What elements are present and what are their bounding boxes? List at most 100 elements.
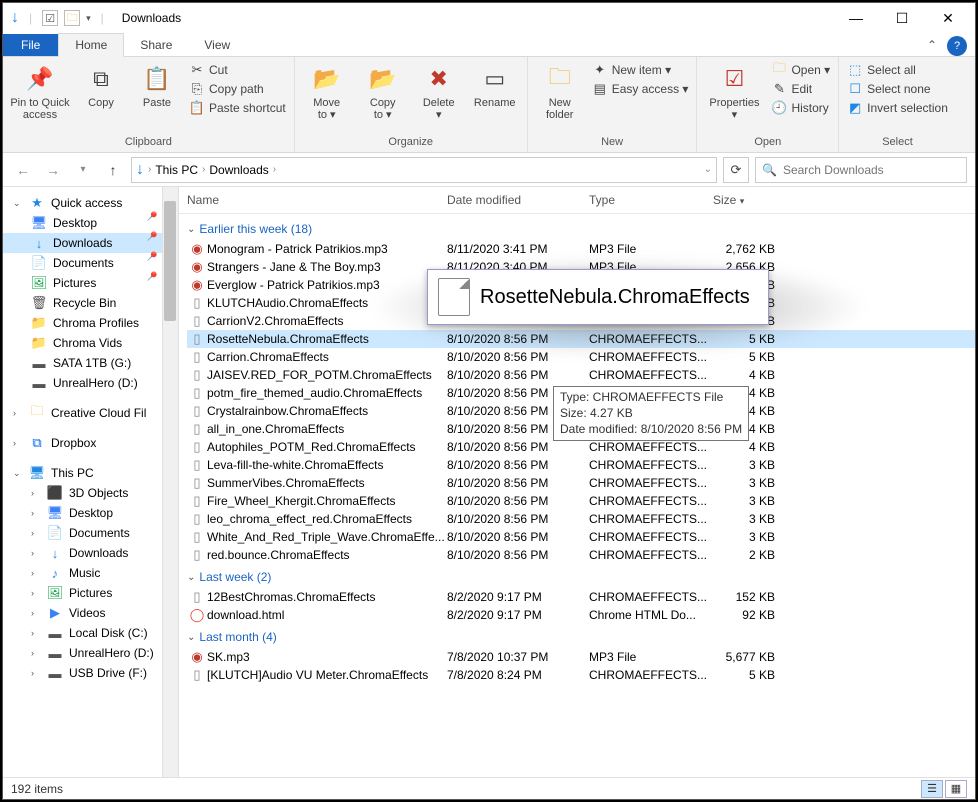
pin-to-quick-access-button[interactable]: 📌Pin to Quick access	[9, 59, 71, 121]
chevron-right-icon[interactable]: ›	[31, 648, 41, 658]
edit-button[interactable]: ✎Edit	[769, 80, 832, 98]
chevron-right-icon[interactable]: ›	[31, 588, 41, 598]
tab-view[interactable]: View	[188, 34, 246, 56]
file-row[interactable]: ▯red.bounce.ChromaEffects8/10/2020 8:56 …	[187, 546, 975, 564]
maximize-button[interactable]: ☐	[879, 3, 925, 33]
chevron-right-icon[interactable]: ›	[31, 548, 41, 558]
new-folder-button[interactable]: 🗀New folder	[534, 59, 586, 121]
search-box[interactable]: 🔍	[755, 157, 967, 183]
chevron-down-icon[interactable]: ⌄	[13, 468, 23, 479]
sidebar-item[interactable]: 🗑Recycle Bin	[3, 293, 178, 313]
copy-button[interactable]: ⧉Copy	[75, 59, 127, 109]
cut-button[interactable]: ✂Cut	[187, 61, 288, 79]
file-row[interactable]: ▯KLUTCHAudio.ChromaEffects8/10/2020 9:02…	[187, 294, 975, 312]
chevron-right-icon[interactable]: ›	[31, 528, 41, 538]
search-input[interactable]	[783, 163, 960, 177]
nav-this-pc[interactable]: ⌄🖥This PC	[3, 463, 178, 483]
sidebar-item[interactable]: ›⬛3D Objects	[3, 483, 178, 503]
invert-selection-button[interactable]: ◩Invert selection	[845, 99, 950, 117]
group-header[interactable]: ⌄Earlier this week (18)	[187, 216, 975, 240]
nav-dropbox[interactable]: ›⧉Dropbox	[3, 433, 178, 453]
file-row[interactable]: ◉Strangers - Jane & The Boy.mp38/11/2020…	[187, 258, 975, 276]
chevron-down-icon[interactable]: ⌄	[187, 224, 195, 235]
up-button[interactable]: ↑	[101, 158, 125, 182]
file-row[interactable]: ▯potm_fire_themed_audio.ChromaEffects8/1…	[187, 384, 975, 402]
col-size[interactable]: Size ▾	[713, 193, 783, 207]
copy-to-button[interactable]: 📂Copy to ▾	[357, 59, 409, 121]
sidebar-item[interactable]: ›▬USB Drive (F:)	[3, 663, 178, 683]
sidebar-item[interactable]: ›📄Documents	[3, 523, 178, 543]
move-to-button[interactable]: 📂Move to ▾	[301, 59, 353, 121]
file-row[interactable]: ▯Fire_Wheel_Khergit.ChromaEffects8/10/20…	[187, 492, 975, 510]
scrollbar-thumb[interactable]	[164, 201, 176, 321]
paste-shortcut-button[interactable]: 📋Paste shortcut	[187, 99, 288, 117]
nav-creative-cloud[interactable]: ›🗀Creative Cloud Fil	[3, 403, 178, 423]
chevron-right-icon[interactable]: ›	[31, 508, 41, 518]
chevron-right-icon[interactable]: ›	[13, 438, 23, 448]
column-headers[interactable]: Name Date modified Type Size ▾	[179, 187, 975, 214]
rename-button[interactable]: ▭Rename	[469, 59, 521, 109]
file-row[interactable]: ▯JAISEV.RED_FOR_POTM.ChromaEffects8/10/2…	[187, 366, 975, 384]
select-none-button[interactable]: ☐Select none	[845, 80, 950, 98]
address-dropdown-icon[interactable]: ⌄	[704, 164, 712, 175]
tab-file[interactable]: File	[3, 34, 58, 56]
select-all-button[interactable]: ⬚Select all	[845, 61, 950, 79]
open-button[interactable]: 🗀Open ▾	[769, 61, 832, 79]
chevron-down-icon[interactable]: ⌄	[187, 572, 195, 583]
file-row[interactable]: ▯Leva-fill-the-white.ChromaEffects8/10/2…	[187, 456, 975, 474]
group-header[interactable]: ⌄Last month (4)	[187, 624, 975, 648]
sidebar-item[interactable]: ›▬Local Disk (C:)	[3, 623, 178, 643]
col-date[interactable]: Date modified	[447, 193, 589, 207]
file-row[interactable]: ▯[KLUTCH]Audio VU Meter.ChromaEffects7/8…	[187, 666, 975, 684]
qat-properties-icon[interactable]: ☑	[42, 10, 58, 26]
col-name[interactable]: Name	[187, 193, 447, 207]
sidebar-item[interactable]: ›▶Videos	[3, 603, 178, 623]
minimize-button[interactable]: —	[833, 3, 879, 33]
file-row[interactable]: ▯White_And_Red_Triple_Wave.ChromaEffe...…	[187, 528, 975, 546]
recent-locations-button[interactable]: ▾	[71, 158, 95, 182]
file-row[interactable]: ◉SK.mp37/8/2020 10:37 PMMP3 File5,677 KB	[187, 648, 975, 666]
chevron-right-icon[interactable]: ›	[31, 568, 41, 578]
file-row[interactable]: ▯Autophiles_POTM_Red.ChromaEffects8/10/2…	[187, 438, 975, 456]
sidebar-item[interactable]: ›♪Music	[3, 563, 178, 583]
details-view-button[interactable]: ☰	[921, 780, 943, 798]
chevron-right-icon[interactable]: ›	[31, 488, 41, 498]
file-row[interactable]: ◯download.html8/2/2020 9:17 PMChrome HTM…	[187, 606, 975, 624]
qat-dropdown-icon[interactable]: ▾	[86, 13, 91, 24]
qat-newfolder-icon[interactable]: 🗀	[64, 10, 80, 26]
copy-path-button[interactable]: ⎘Copy path	[187, 80, 288, 98]
group-header[interactable]: ⌄Last week (2)	[187, 564, 975, 588]
chevron-right-icon[interactable]: ›	[31, 668, 41, 678]
breadcrumb[interactable]: ↓ › This PC › Downloads › ⌄	[131, 157, 717, 183]
refresh-button[interactable]: ⟳	[723, 157, 749, 183]
chevron-right-icon[interactable]: ›	[202, 164, 205, 175]
col-type[interactable]: Type	[589, 193, 713, 207]
back-button[interactable]: ←	[11, 158, 35, 182]
sidebar-item[interactable]: ▬SATA 1TB (G:)	[3, 353, 178, 373]
chevron-down-icon[interactable]: ⌄	[13, 198, 23, 209]
thumbnails-view-button[interactable]: ▦	[945, 780, 967, 798]
close-button[interactable]: ✕	[925, 3, 971, 33]
file-row[interactable]: ▯SummerVibes.ChromaEffects8/10/2020 8:56…	[187, 474, 975, 492]
file-row[interactable]: ◉Monogram - Patrick Patrikios.mp38/11/20…	[187, 240, 975, 258]
chevron-right-icon[interactable]: ›	[31, 608, 41, 618]
sidebar-item[interactable]: ▬UnrealHero (D:)	[3, 373, 178, 393]
file-row[interactable]: ▯CarrionV2.ChromaEffects8/10/2020 9:44 P…	[187, 312, 975, 330]
easy-access-button[interactable]: ▤Easy access ▾	[590, 80, 691, 98]
new-item-button[interactable]: ✦New item ▾	[590, 61, 691, 79]
forward-button[interactable]: →	[41, 158, 65, 182]
file-row[interactable]: ▯Crystalrainbow.ChromaEffects8/10/2020 8…	[187, 402, 975, 420]
breadcrumb-segment[interactable]: This PC	[155, 163, 198, 177]
sidebar-item[interactable]: ›▬UnrealHero (D:)	[3, 643, 178, 663]
sidebar-item[interactable]: ›↓Downloads	[3, 543, 178, 563]
chevron-right-icon[interactable]: ›	[13, 408, 23, 418]
delete-button[interactable]: ✖Delete ▾	[413, 59, 465, 121]
sidebar-item[interactable]: 📁Chroma Vids	[3, 333, 178, 353]
nav-scrollbar[interactable]	[162, 187, 178, 777]
file-row[interactable]: ▯all_in_one.ChromaEffects8/10/2020 8:56 …	[187, 420, 975, 438]
chevron-down-icon[interactable]: ⌄	[187, 632, 195, 643]
paste-button[interactable]: 📋Paste	[131, 59, 183, 109]
tab-home[interactable]: Home	[58, 33, 124, 57]
file-row[interactable]: ▯Carrion.ChromaEffects8/10/2020 8:56 PMC…	[187, 348, 975, 366]
sidebar-item[interactable]: ›🖼Pictures	[3, 583, 178, 603]
